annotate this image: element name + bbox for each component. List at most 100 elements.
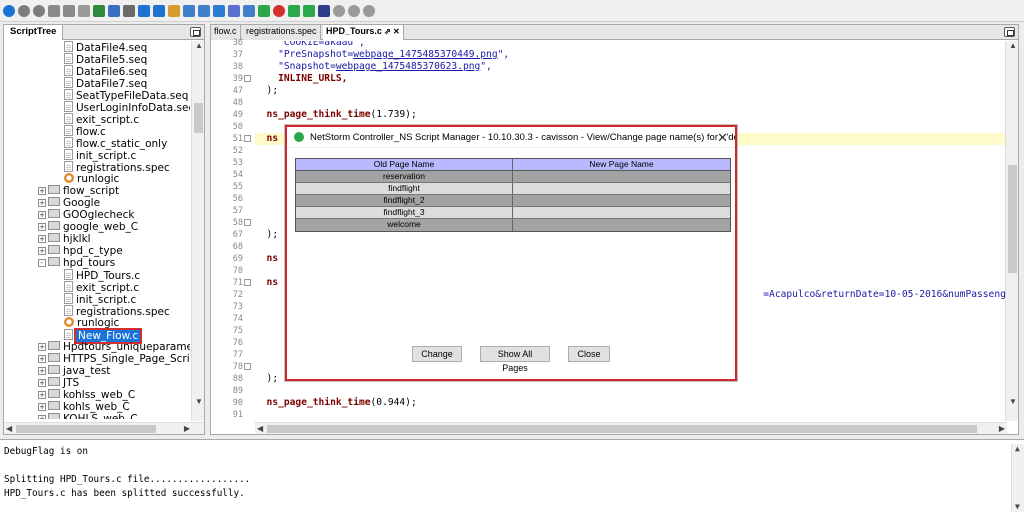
table-row[interactable]: findflight_2 <box>296 195 730 207</box>
tree-item[interactable]: + GOOglecheck <box>38 209 134 221</box>
expand-icon[interactable]: + <box>38 223 46 231</box>
tree-item[interactable]: DataFile7.seq <box>64 77 147 90</box>
scroll-left-icon[interactable]: ◀ <box>257 424 263 434</box>
upload-icon[interactable] <box>153 4 165 17</box>
save-icon[interactable] <box>318 4 330 17</box>
tree-item[interactable]: + hjklkl <box>38 233 91 245</box>
tree-item[interactable]: UserLoginInfoData.seq <box>64 101 190 114</box>
step-icon[interactable] <box>48 4 60 17</box>
tree-item[interactable]: registrations.spec <box>64 305 170 318</box>
fold-toggle-icon[interactable] <box>244 279 251 286</box>
expand-icon[interactable]: + <box>38 343 46 351</box>
tree-item[interactable]: - hpd_tours <box>38 257 115 269</box>
tree-item[interactable]: runlogic <box>64 317 119 329</box>
editor-hscroll-thumb[interactable] <box>267 425 977 433</box>
expand-icon[interactable]: + <box>38 403 46 411</box>
disabled-icon-2[interactable] <box>348 4 360 17</box>
tree-item[interactable]: exit_script.c <box>64 281 139 294</box>
tree-item[interactable]: + Hpdtours_uniqueparamete <box>38 341 190 353</box>
stop-red-icon[interactable] <box>273 4 285 17</box>
tree-item[interactable]: HPD_Tours.c <box>64 269 140 282</box>
chart-icon[interactable] <box>243 4 255 17</box>
tree-item[interactable]: flow.c_static_only <box>64 137 167 150</box>
close-icon[interactable]: ✕ <box>717 130 728 146</box>
fold-toggle-icon[interactable] <box>244 363 251 370</box>
tree-item[interactable]: DataFile6.seq <box>64 65 147 78</box>
fold-toggle-icon[interactable] <box>244 75 251 82</box>
tree-item[interactable]: + Google <box>38 197 100 209</box>
new-page-name-cell[interactable] <box>513 219 730 231</box>
tree-item[interactable]: + kohls_web_C <box>38 401 130 413</box>
tree-item[interactable]: + JTS <box>38 377 79 389</box>
scroll-down-icon[interactable]: ▼ <box>1015 502 1020 512</box>
scroll-up-icon[interactable]: ▲ <box>1015 444 1020 454</box>
table-row[interactable]: welcome <box>296 219 730 231</box>
tree-item[interactable]: DataFile5.seq <box>64 53 147 66</box>
timer-icon[interactable] <box>258 4 270 17</box>
tree-item[interactable]: New_Flow.c <box>64 328 143 344</box>
fold-toggle-icon[interactable] <box>244 135 251 142</box>
tree-item[interactable]: + flow_script <box>38 185 119 197</box>
zoom-icon[interactable] <box>198 4 210 17</box>
scroll-up-icon[interactable]: ▲ <box>1009 41 1017 51</box>
expand-icon[interactable]: + <box>38 235 46 243</box>
change-button[interactable]: Change <box>412 346 462 362</box>
new-page-name-cell[interactable] <box>513 195 730 206</box>
expand-icon[interactable]: + <box>38 367 46 375</box>
disabled-icon-1[interactable] <box>333 4 345 17</box>
upload-green-icon[interactable] <box>288 4 300 17</box>
restore-panel-icon[interactable] <box>190 27 201 37</box>
comment-icon[interactable] <box>78 4 90 17</box>
collapse-icon[interactable]: - <box>38 259 46 267</box>
tree-item[interactable]: + java_test <box>38 365 110 377</box>
tree-item[interactable]: + google_web_C <box>38 221 138 233</box>
export-green-icon[interactable] <box>303 4 315 17</box>
tree-scroll-thumb[interactable] <box>194 103 203 133</box>
expand-icon[interactable]: + <box>38 379 46 387</box>
tree-item[interactable]: + kohlss_web_C <box>38 389 135 401</box>
tree-item[interactable]: + HTTPS_Single_Page_Script <box>38 353 190 365</box>
copy-icon[interactable] <box>123 4 135 17</box>
tree-item[interactable]: + KOHLS_web_C <box>38 413 138 419</box>
code-token[interactable]: webpage_1475485370449.png <box>353 49 497 60</box>
search-icon[interactable] <box>183 4 195 17</box>
fold-toggle-icon[interactable] <box>244 219 251 226</box>
scroll-down-icon[interactable]: ▼ <box>195 397 203 407</box>
export-icon[interactable] <box>108 4 120 17</box>
stop-icon[interactable] <box>18 4 30 17</box>
tab-scripttree[interactable]: ScriptTree <box>4 25 64 40</box>
restore-editor-icon[interactable] <box>1004 27 1015 37</box>
download-icon[interactable] <box>138 4 150 17</box>
record-icon[interactable] <box>63 4 75 17</box>
expand-icon[interactable]: + <box>38 415 46 419</box>
pause-icon[interactable] <box>33 4 45 17</box>
tree-item[interactable]: flow.c <box>64 125 106 138</box>
tree-horizontal-scrollbar[interactable]: ◀ ▶ <box>4 422 204 434</box>
play-icon[interactable] <box>3 4 15 17</box>
expand-icon[interactable]: + <box>38 355 46 363</box>
add-page-icon[interactable] <box>93 4 105 17</box>
editor-tab[interactable]: HPD_Tours.c ⇗ ✕ <box>323 25 404 40</box>
new-page-name-cell[interactable] <box>513 183 730 194</box>
scroll-up-icon[interactable]: ▲ <box>195 41 203 51</box>
table-row[interactable]: findflight_3 <box>296 207 730 219</box>
refresh-icon[interactable] <box>213 4 225 17</box>
tree-item[interactable]: registrations.spec <box>64 161 170 174</box>
new-page-name-cell[interactable] <box>513 171 730 182</box>
editor-scroll-thumb[interactable] <box>1008 165 1017 273</box>
close-button[interactable]: Close <box>568 346 610 362</box>
tree-item[interactable]: exit_script.c <box>64 113 139 126</box>
show-all-pages-button[interactable]: Show All Pages <box>480 346 550 373</box>
expand-icon[interactable]: + <box>38 211 46 219</box>
table-row[interactable]: findflight <box>296 183 730 195</box>
settings-icon[interactable] <box>168 4 180 17</box>
tree-item[interactable]: init_script.c <box>64 293 136 306</box>
editor-vertical-scrollbar[interactable]: ▲ ▼ <box>1005 41 1018 421</box>
tree-item[interactable]: SeatTypeFileData.seq <box>64 89 188 102</box>
expand-icon[interactable]: + <box>38 199 46 207</box>
editor-horizontal-scrollbar[interactable]: ◀ ▶ <box>255 422 1007 434</box>
close-tab-icon[interactable]: ⇗ ✕ <box>382 27 400 36</box>
scroll-left-icon[interactable]: ◀ <box>6 424 12 434</box>
tree-item[interactable]: DataFile4.seq <box>64 41 147 54</box>
tree-hscroll-thumb[interactable] <box>16 425 156 433</box>
